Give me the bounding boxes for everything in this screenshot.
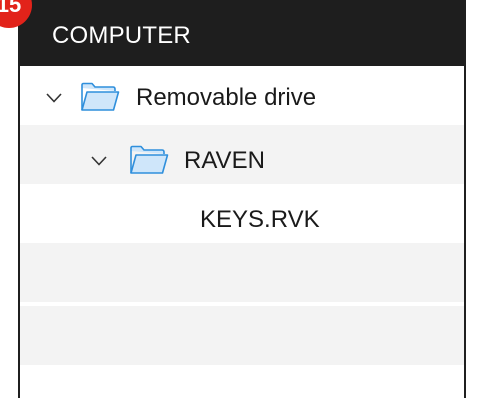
header-title: COMPUTER <box>52 22 191 49</box>
panel-header: COMPUTER <box>18 0 466 66</box>
empty-row <box>18 306 466 365</box>
tree-item-label: KEYS.RVK <box>200 206 320 233</box>
tree-item-keys-file[interactable]: KEYS.RVK <box>18 184 466 243</box>
chevron-down-icon[interactable] <box>91 156 107 166</box>
folder-open-icon <box>81 82 120 111</box>
empty-row <box>18 243 466 302</box>
panel-border-left <box>18 0 20 398</box>
tree-item-removable-drive[interactable]: Removable drive <box>18 66 466 125</box>
file-tree-panel: COMPUTER Removable drive RAVEN KEYS.RVK <box>18 0 466 398</box>
tree-item-raven[interactable]: RAVEN <box>18 125 466 184</box>
folder-open-icon <box>130 145 169 174</box>
stage: 15 COMPUTER Removable drive RAVEN KEYS.R… <box>0 0 482 398</box>
empty-row <box>18 365 466 398</box>
chevron-down-icon[interactable] <box>46 93 62 103</box>
panel-border-right <box>464 0 466 398</box>
tree-item-label: Removable drive <box>136 84 317 111</box>
tree-item-label: RAVEN <box>184 147 265 174</box>
